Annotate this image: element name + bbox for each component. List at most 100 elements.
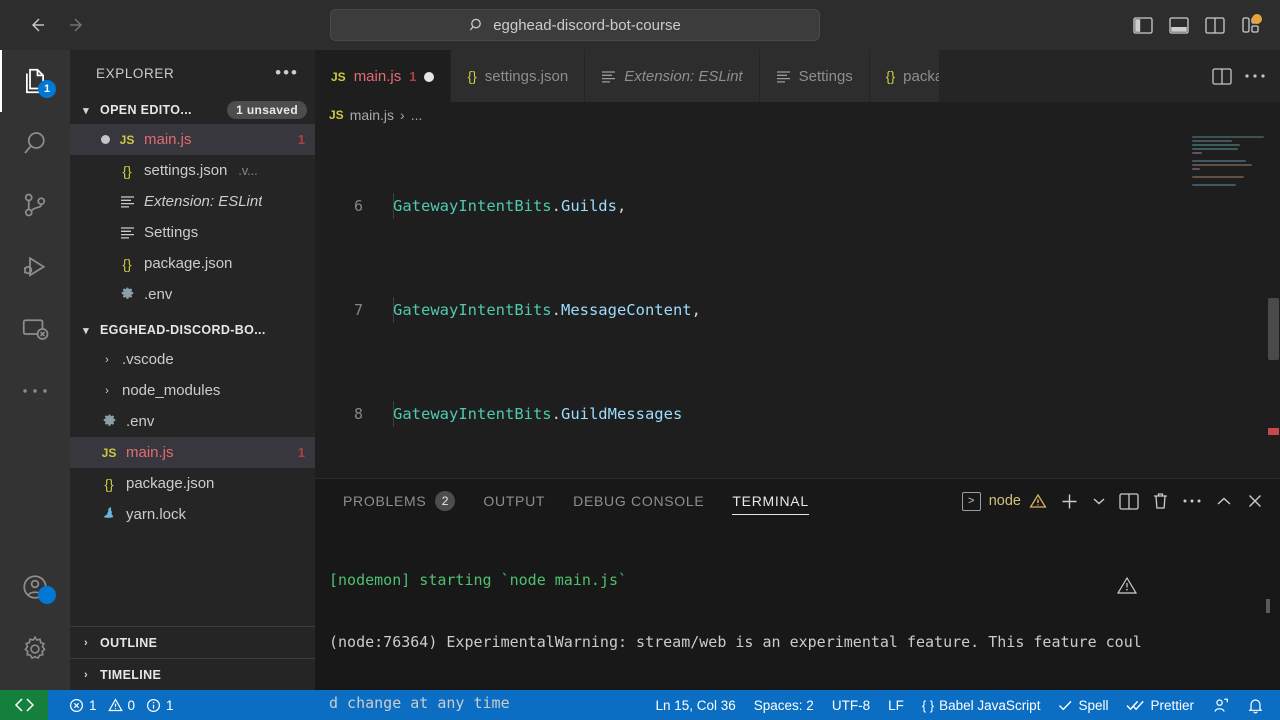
- panel-tab-debug-console[interactable]: DEBUG CONSOLE: [559, 479, 718, 523]
- activitybar-item-remote-explorer[interactable]: [0, 298, 70, 360]
- tree-item-yarn-lock[interactable]: yarn.lock: [70, 499, 315, 530]
- chevron-right-icon: ›: [83, 668, 88, 681]
- problems-badge: 2: [435, 491, 456, 511]
- open-editor-env[interactable]: .env: [70, 279, 315, 310]
- panel-more-icon[interactable]: [1182, 497, 1202, 505]
- minimap-line: [1192, 164, 1252, 166]
- minimap-line: [1192, 136, 1264, 138]
- more-actions-icon[interactable]: [1244, 72, 1266, 80]
- new-terminal-icon[interactable]: [1060, 492, 1079, 511]
- section-project[interactable]: ▾ EGGHEAD-DISCORD-BO...: [70, 316, 315, 344]
- json-icon: {}: [122, 255, 132, 272]
- terminal-selector[interactable]: > node: [961, 491, 1047, 511]
- toggle-primary-sidebar-icon[interactable]: [1130, 12, 1156, 38]
- js-icon: JS: [329, 108, 344, 122]
- terminal-warning-icon: [1029, 493, 1047, 509]
- terminal-output[interactable]: [nodemon] starting `node main.js` (node:…: [315, 523, 1280, 720]
- toggle-panel-icon[interactable]: [1166, 12, 1192, 38]
- maximize-panel-icon[interactable]: [1215, 495, 1233, 508]
- open-editor-settings[interactable]: Settings: [70, 217, 315, 248]
- section-timeline[interactable]: › TIMELINE: [70, 658, 315, 690]
- activitybar-item-source-control[interactable]: [0, 174, 70, 236]
- panel-tab-output[interactable]: OUTPUT: [469, 479, 559, 523]
- code-editor[interactable]: 6 GatewayIntentBits.Guilds, 7 GatewayInt…: [315, 128, 1280, 478]
- open-editor-main-js[interactable]: JS main.js 1: [70, 124, 315, 155]
- tree-item-env[interactable]: .env: [70, 406, 315, 437]
- search-icon: [469, 17, 485, 33]
- tab-main-js[interactable]: JS main.js 1: [315, 50, 452, 102]
- scrollbar-thumb[interactable]: [1268, 298, 1279, 360]
- section-open-editors[interactable]: ▾ OPEN EDITO... 1 unsaved: [70, 96, 315, 124]
- terminal-dropdown-icon[interactable]: [1092, 496, 1106, 506]
- panel-tab-label: OUTPUT: [483, 493, 546, 509]
- minimap-line: [1192, 148, 1238, 150]
- activitybar-item-search[interactable]: [0, 112, 70, 174]
- activitybar-item-settings[interactable]: [0, 618, 70, 680]
- tab-settings-json[interactable]: {} settings.json: [451, 50, 586, 102]
- gear-icon: [20, 634, 50, 664]
- workbench-body: 1 EXPLORER ••• ▾ OPEN EDITO... 1 unsaved…: [0, 50, 1280, 712]
- tab-package-json[interactable]: {} packa: [869, 50, 940, 102]
- panel-tab-terminal[interactable]: TERMINAL: [718, 479, 822, 523]
- line-text: GatewayIntentBits.Guilds,: [393, 197, 627, 215]
- file-label: .env: [144, 286, 173, 303]
- activitybar-item-explorer[interactable]: 1: [0, 50, 70, 112]
- file-label: yarn.lock: [126, 506, 187, 523]
- status-problems[interactable]: 1 0 1: [60, 690, 183, 720]
- editor-scrollbar[interactable]: [1266, 128, 1280, 478]
- split-editor-icon[interactable]: [1212, 67, 1232, 85]
- minimap-line: [1192, 140, 1232, 142]
- activitybar-item-accounts[interactable]: [0, 556, 70, 618]
- status-remote-button[interactable]: [0, 690, 48, 720]
- lines-icon: [117, 195, 137, 208]
- dirty-dot-icon: [101, 135, 110, 144]
- sidebar-bottom-sections: › OUTLINE › TIMELINE: [70, 626, 315, 690]
- explorer-badge: 1: [38, 80, 56, 98]
- js-icon: JS: [119, 132, 135, 147]
- tree-item-vscode[interactable]: › .vscode: [70, 344, 315, 375]
- kill-terminal-icon[interactable]: [1152, 492, 1169, 510]
- editor-area: JS main.js 1 {} settings.json Extension:…: [315, 50, 1280, 712]
- tree-item-package-json[interactable]: {} package.json: [70, 468, 315, 499]
- tab-extension-eslint[interactable]: Extension: ESLint: [585, 50, 760, 102]
- forward-button[interactable]: [66, 14, 88, 36]
- yarn-icon: [99, 507, 119, 522]
- error-count: 1: [89, 697, 97, 713]
- section-outline[interactable]: › OUTLINE: [70, 626, 315, 658]
- tree-item-main-js[interactable]: JS main.js 1: [70, 437, 315, 468]
- open-editor-settings-json[interactable]: {} settings.json .v...: [70, 155, 315, 186]
- layout-controls: [1130, 0, 1264, 50]
- minimap[interactable]: [1192, 136, 1266, 196]
- terminal-warning-overlay-icon: [1116, 535, 1224, 636]
- title-bar-left: [0, 14, 330, 36]
- customize-layout-icon[interactable]: [1238, 12, 1264, 38]
- info-count: 1: [166, 697, 174, 713]
- open-editor-package-json[interactable]: {} package.json: [70, 248, 315, 279]
- breadcrumb[interactable]: JS main.js › ...: [315, 102, 1280, 128]
- tab-label: Extension: ESLint: [624, 67, 743, 85]
- minimap-line: [1192, 144, 1240, 146]
- toggle-secondary-sidebar-icon[interactable]: [1202, 12, 1228, 38]
- open-editor-extension-eslint[interactable]: Extension: ESLint: [70, 186, 315, 217]
- tree-item-node-modules[interactable]: › node_modules: [70, 375, 315, 406]
- breadcrumb-file: main.js: [349, 107, 395, 123]
- split-terminal-icon[interactable]: [1119, 492, 1139, 510]
- file-label: Extension: ESLint: [144, 193, 263, 210]
- quick-search-input[interactable]: egghead-discord-bot-course: [330, 9, 820, 41]
- navigation-controls: [26, 14, 88, 36]
- sidebar-more-icon[interactable]: •••: [275, 63, 299, 83]
- json-icon: {}: [467, 68, 477, 84]
- tab-settings[interactable]: Settings: [759, 50, 870, 102]
- activitybar-item-run-and-debug[interactable]: [0, 236, 70, 298]
- title-bar: egghead-discord-bot-course: [0, 0, 1280, 50]
- file-suffix: .v...: [238, 163, 258, 178]
- close-panel-icon[interactable]: [1246, 492, 1264, 510]
- minimap-line: [1192, 152, 1202, 154]
- terminal-name: node: [988, 493, 1021, 509]
- terminal-scrollbar-thumb[interactable]: [1266, 599, 1270, 613]
- minimap-line: [1192, 160, 1246, 162]
- activitybar-item-more[interactable]: [0, 360, 70, 422]
- panel-tab-problems[interactable]: PROBLEMS 2: [329, 479, 469, 523]
- back-button[interactable]: [26, 14, 48, 36]
- warning-count: 0: [127, 697, 136, 713]
